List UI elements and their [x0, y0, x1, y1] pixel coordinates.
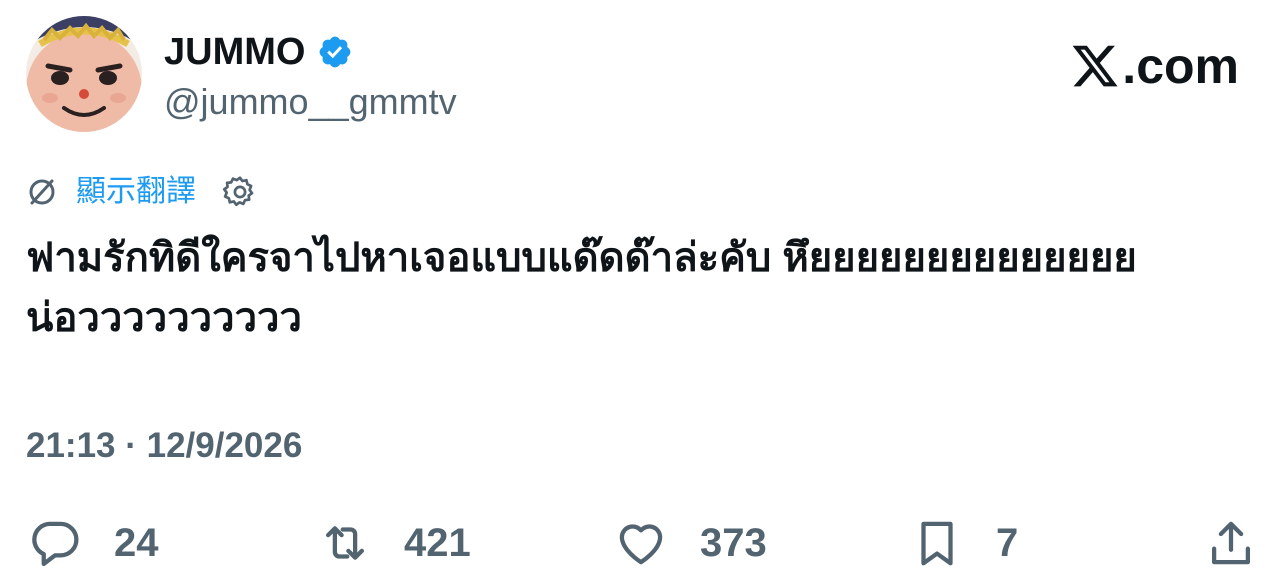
- x-logo-icon: [1072, 45, 1118, 87]
- tweet-timestamp[interactable]: 21:13 · 12/9/2026: [26, 424, 302, 468]
- like-button[interactable]: 373: [614, 508, 767, 578]
- show-translation-link[interactable]: 顯示翻譯: [76, 172, 196, 212]
- translate-row: 顯示翻譯: [26, 172, 258, 212]
- bookmark-icon: [921, 521, 953, 566]
- share-icon: [1211, 521, 1251, 565]
- verified-badge-icon: [320, 36, 351, 68]
- heart-icon: [619, 524, 663, 565]
- repost-icon: [325, 526, 365, 560]
- translate-icon: [29, 179, 55, 205]
- brand-logo: .com: [1070, 38, 1239, 94]
- tweet-text: ฟามรักทิดีใครจาไปหาเจอแบบแด๊ดด๊าล่ะคับ ห…: [26, 236, 1137, 340]
- share-button[interactable]: [1204, 508, 1258, 578]
- display-name[interactable]: JUMMO: [164, 30, 305, 74]
- bookmark-count: 7: [996, 521, 1019, 565]
- avatar[interactable]: [26, 16, 142, 132]
- action-bar: 24 421 373 7: [0, 508, 1287, 584]
- gear-icon[interactable]: [222, 174, 258, 210]
- like-count: 373: [700, 521, 767, 565]
- reply-count: 24: [114, 521, 159, 565]
- author-name-row[interactable]: JUMMO: [164, 30, 353, 74]
- mascot-avatar-icon: [26, 16, 142, 132]
- repost-button[interactable]: 421: [318, 508, 471, 578]
- repost-count: 421: [404, 521, 471, 565]
- brand-domain: .com: [1122, 38, 1239, 94]
- bookmark-button[interactable]: 7: [910, 508, 1018, 578]
- reply-button[interactable]: 24: [28, 508, 159, 578]
- user-handle[interactable]: @jummo__gmmtv: [164, 80, 457, 124]
- reply-icon: [32, 521, 79, 567]
